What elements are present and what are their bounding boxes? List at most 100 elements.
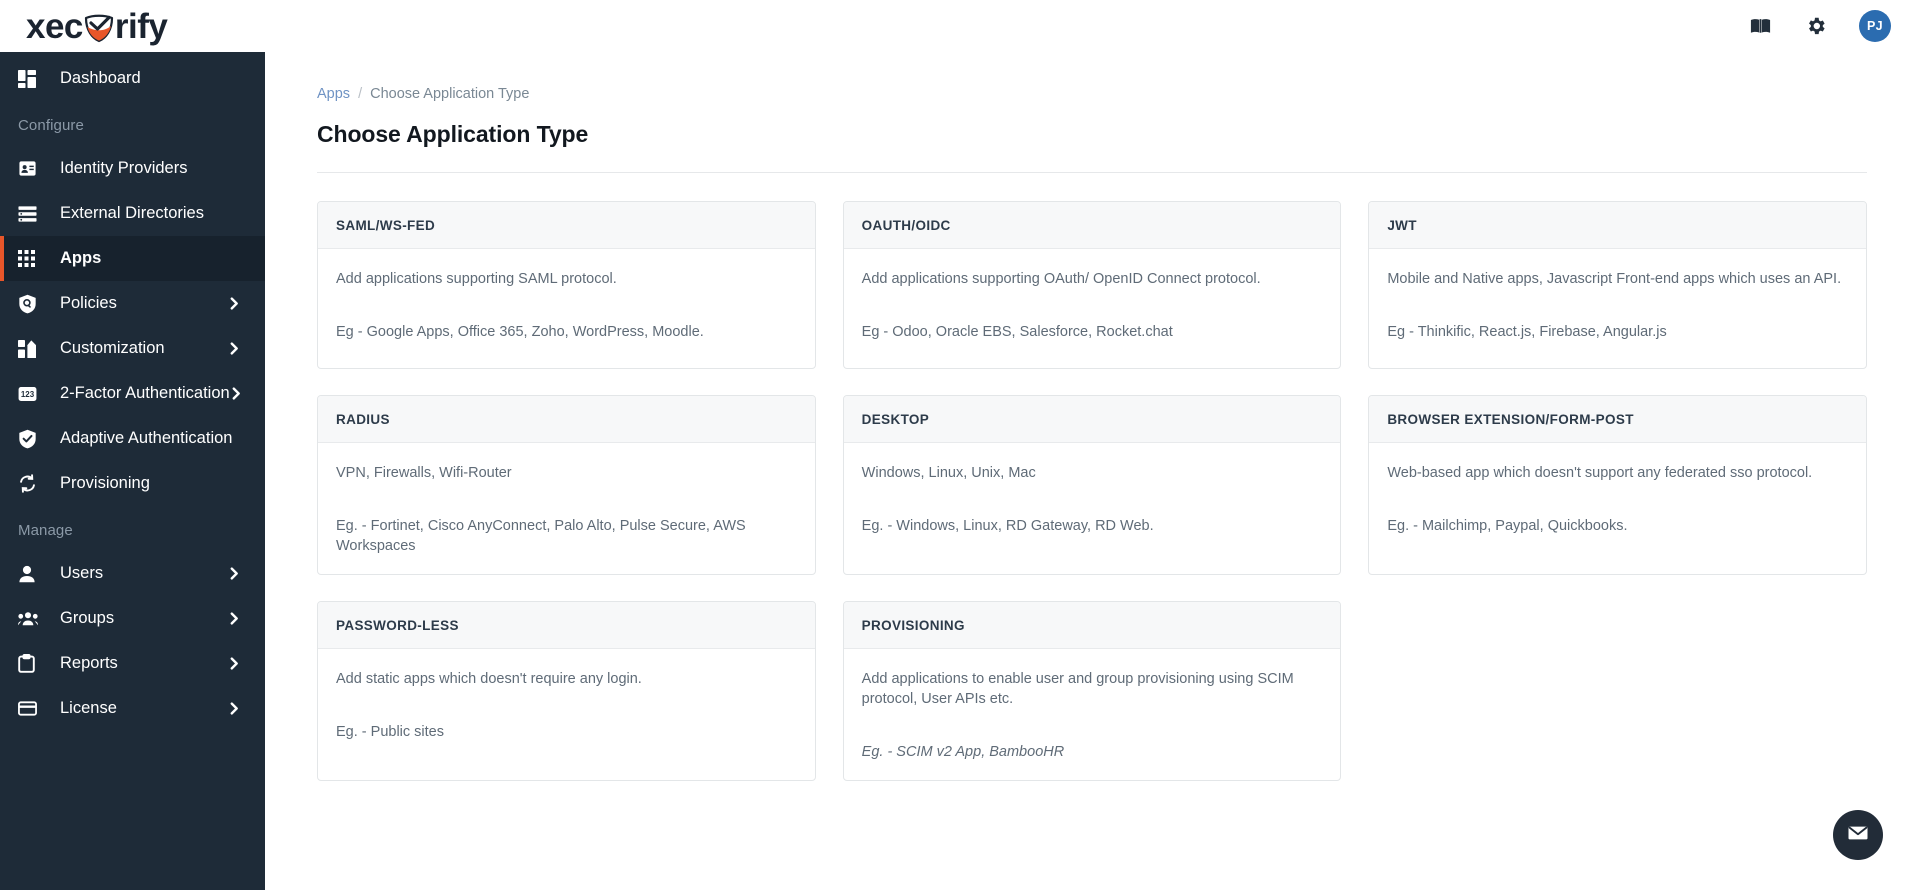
application-type-grid: SAML/WS-FED Add applications supporting …: [265, 173, 1919, 781]
sidebar-item-adaptive-authentication[interactable]: Adaptive Authentication: [0, 416, 265, 461]
group-icon: [18, 611, 44, 626]
book-icon[interactable]: [1747, 13, 1773, 39]
chevron-right-icon: [230, 387, 243, 400]
card-body: Add applications supporting SAML protoco…: [318, 249, 815, 368]
sidebar-item-label: Groups: [60, 609, 115, 627]
sync-icon: [18, 474, 44, 493]
svg-text:123: 123: [21, 390, 35, 399]
app-type-card-radius[interactable]: RADIUS VPN, Firewalls, Wifi-Router Eg. -…: [317, 395, 816, 575]
brand-logo[interactable]: xec rify: [0, 0, 265, 52]
sidebar-item-provisioning[interactable]: Provisioning: [0, 461, 265, 506]
sidebar-item-label: 2-Factor Authentication: [60, 384, 230, 402]
card-description: Mobile and Native apps, Javascript Front…: [1387, 271, 1842, 287]
breadcrumb-separator: /: [358, 86, 363, 102]
chevron-right-icon: [228, 297, 241, 310]
card-body: Windows, Linux, Unix, Mac Eg. - Windows,…: [844, 443, 1341, 574]
sidebar-item-label: Adaptive Authentication: [60, 429, 233, 447]
sidebar-item-label: Dashboard: [60, 69, 141, 87]
card-body: Mobile and Native apps, Javascript Front…: [1369, 249, 1866, 368]
sidebar-item-groups[interactable]: Groups: [0, 596, 265, 641]
card-description: VPN, Firewalls, Wifi-Router: [336, 465, 512, 481]
card-title: JWT: [1369, 202, 1866, 249]
card-description: Add applications supporting SAML protoco…: [336, 271, 617, 287]
sidebar-navigation: Dashboard Configure Identity Providers E…: [0, 52, 265, 890]
card-description: Add static apps which doesn't require an…: [336, 671, 642, 687]
app-type-card-saml-ws-fed[interactable]: SAML/WS-FED Add applications supporting …: [317, 201, 816, 369]
sidebar-item-identity-providers[interactable]: Identity Providers: [0, 146, 265, 191]
card-title: SAML/WS-FED: [318, 202, 815, 249]
card-body: VPN, Firewalls, Wifi-Router Eg. - Fortin…: [318, 443, 815, 574]
sidebar-item-apps[interactable]: Apps: [0, 236, 265, 281]
app-type-card-jwt[interactable]: JWT Mobile and Native apps, Javascript F…: [1368, 201, 1867, 369]
card-body: Add applications to enable user and grou…: [844, 649, 1341, 780]
top-header-bar: xec rify PJ: [0, 0, 1919, 52]
list-icon: [18, 205, 44, 223]
card-title: RADIUS: [318, 396, 815, 443]
card-body: Web-based app which doesn't support any …: [1369, 443, 1866, 574]
sidebar-item-label: Policies: [60, 294, 117, 312]
app-type-card-desktop[interactable]: DESKTOP Windows, Linux, Unix, Mac Eg. - …: [842, 395, 1342, 575]
chevron-right-icon: [228, 567, 241, 580]
card-description: Add applications supporting OAuth/ OpenI…: [861, 271, 1261, 287]
app-type-card-password-less[interactable]: PASSWORD-LESS Add static apps which does…: [317, 601, 816, 781]
shield-check-icon: [18, 429, 44, 449]
avatar[interactable]: PJ: [1859, 10, 1891, 42]
brand-name-part2: rify: [114, 6, 168, 46]
sidebar-section-configure: Configure: [18, 117, 84, 134]
sidebar-item-label: License: [60, 699, 117, 717]
sidebar-item-label: Reports: [60, 654, 118, 672]
card-icon: [18, 701, 44, 716]
sidebar-item-label: Identity Providers: [60, 159, 188, 177]
card-body: Add static apps which doesn't require an…: [318, 649, 815, 780]
card-example: Eg - Thinkific, React.js, Firebase, Angu…: [1387, 324, 1667, 340]
user-icon: [18, 565, 44, 583]
sidebar-item-2-factor-authentication[interactable]: 123 2-Factor Authentication: [0, 371, 265, 416]
sidebar-item-users[interactable]: Users: [0, 551, 265, 596]
sidebar-item-reports[interactable]: Reports: [0, 641, 265, 686]
app-type-card-oauth-oidc[interactable]: OAUTH/OIDC Add applications supporting O…: [842, 201, 1342, 369]
shield-logo-icon: [82, 11, 116, 45]
sidebar-item-label: Apps: [60, 249, 102, 267]
chevron-right-icon: [228, 342, 241, 355]
sidebar-item-label: Users: [60, 564, 104, 582]
card-example: Eg. - SCIM v2 App, BambooHR: [861, 744, 1065, 760]
card-example: Eg. - Fortinet, Cisco AnyConnect, Palo A…: [336, 518, 746, 554]
card-example: Eg. - Mailchimp, Paypal, Quickbooks.: [1387, 518, 1628, 534]
sidebar-item-customization[interactable]: Customization: [0, 326, 265, 371]
card-example: Eg - Odoo, Oracle EBS, Salesforce, Rocke…: [861, 324, 1173, 340]
sidebar-item-external-directories[interactable]: External Directories: [0, 191, 265, 236]
card-example: Eg. - Public sites: [336, 724, 444, 740]
brand-name-part1: xec: [26, 6, 83, 46]
sidebar-item-label: Customization: [60, 339, 165, 357]
chevron-right-icon: [228, 702, 241, 715]
breadcrumb: Apps / Choose Application Type: [265, 52, 1919, 102]
sidebar-section-manage: Manage: [18, 522, 73, 539]
card-description: Add applications to enable user and grou…: [861, 671, 1294, 707]
customization-icon: [18, 339, 44, 358]
card-example: Eg. - Windows, Linux, RD Gateway, RD Web…: [861, 518, 1154, 534]
clipboard-icon: [18, 654, 44, 673]
card-title: PROVISIONING: [843, 602, 1341, 649]
app-type-card-provisioning[interactable]: PROVISIONING Add applications to enable …: [842, 601, 1342, 781]
breadcrumb-link-apps[interactable]: Apps: [317, 86, 350, 102]
card-description: Web-based app which doesn't support any …: [1387, 465, 1813, 481]
envelope-icon: [1846, 821, 1870, 850]
chevron-right-icon: [228, 657, 241, 670]
gear-icon[interactable]: [1803, 13, 1829, 39]
breadcrumb-current: Choose Application Type: [370, 86, 530, 102]
card-description: Windows, Linux, Unix, Mac: [861, 465, 1036, 481]
sidebar-item-policies[interactable]: Policies: [0, 281, 265, 326]
main-content: Apps / Choose Application Type Choose Ap…: [265, 52, 1919, 890]
sidebar-item-label: External Directories: [60, 204, 204, 222]
header-actions: PJ: [1747, 10, 1919, 42]
sidebar-item-label: Provisioning: [60, 474, 150, 492]
shield-search-icon: [18, 294, 44, 314]
sidebar-item-license[interactable]: License: [0, 686, 265, 731]
brand-logo-text: xec rify: [26, 6, 168, 46]
id-card-icon: [18, 159, 44, 178]
app-type-card-browser-extension-form-post[interactable]: BROWSER EXTENSION/FORM-POST Web-based ap…: [1368, 395, 1867, 575]
chat-support-button[interactable]: [1833, 810, 1883, 860]
numeric-123-icon: 123: [18, 386, 44, 402]
card-title: BROWSER EXTENSION/FORM-POST: [1369, 396, 1866, 443]
sidebar-item-dashboard[interactable]: Dashboard: [0, 56, 265, 101]
